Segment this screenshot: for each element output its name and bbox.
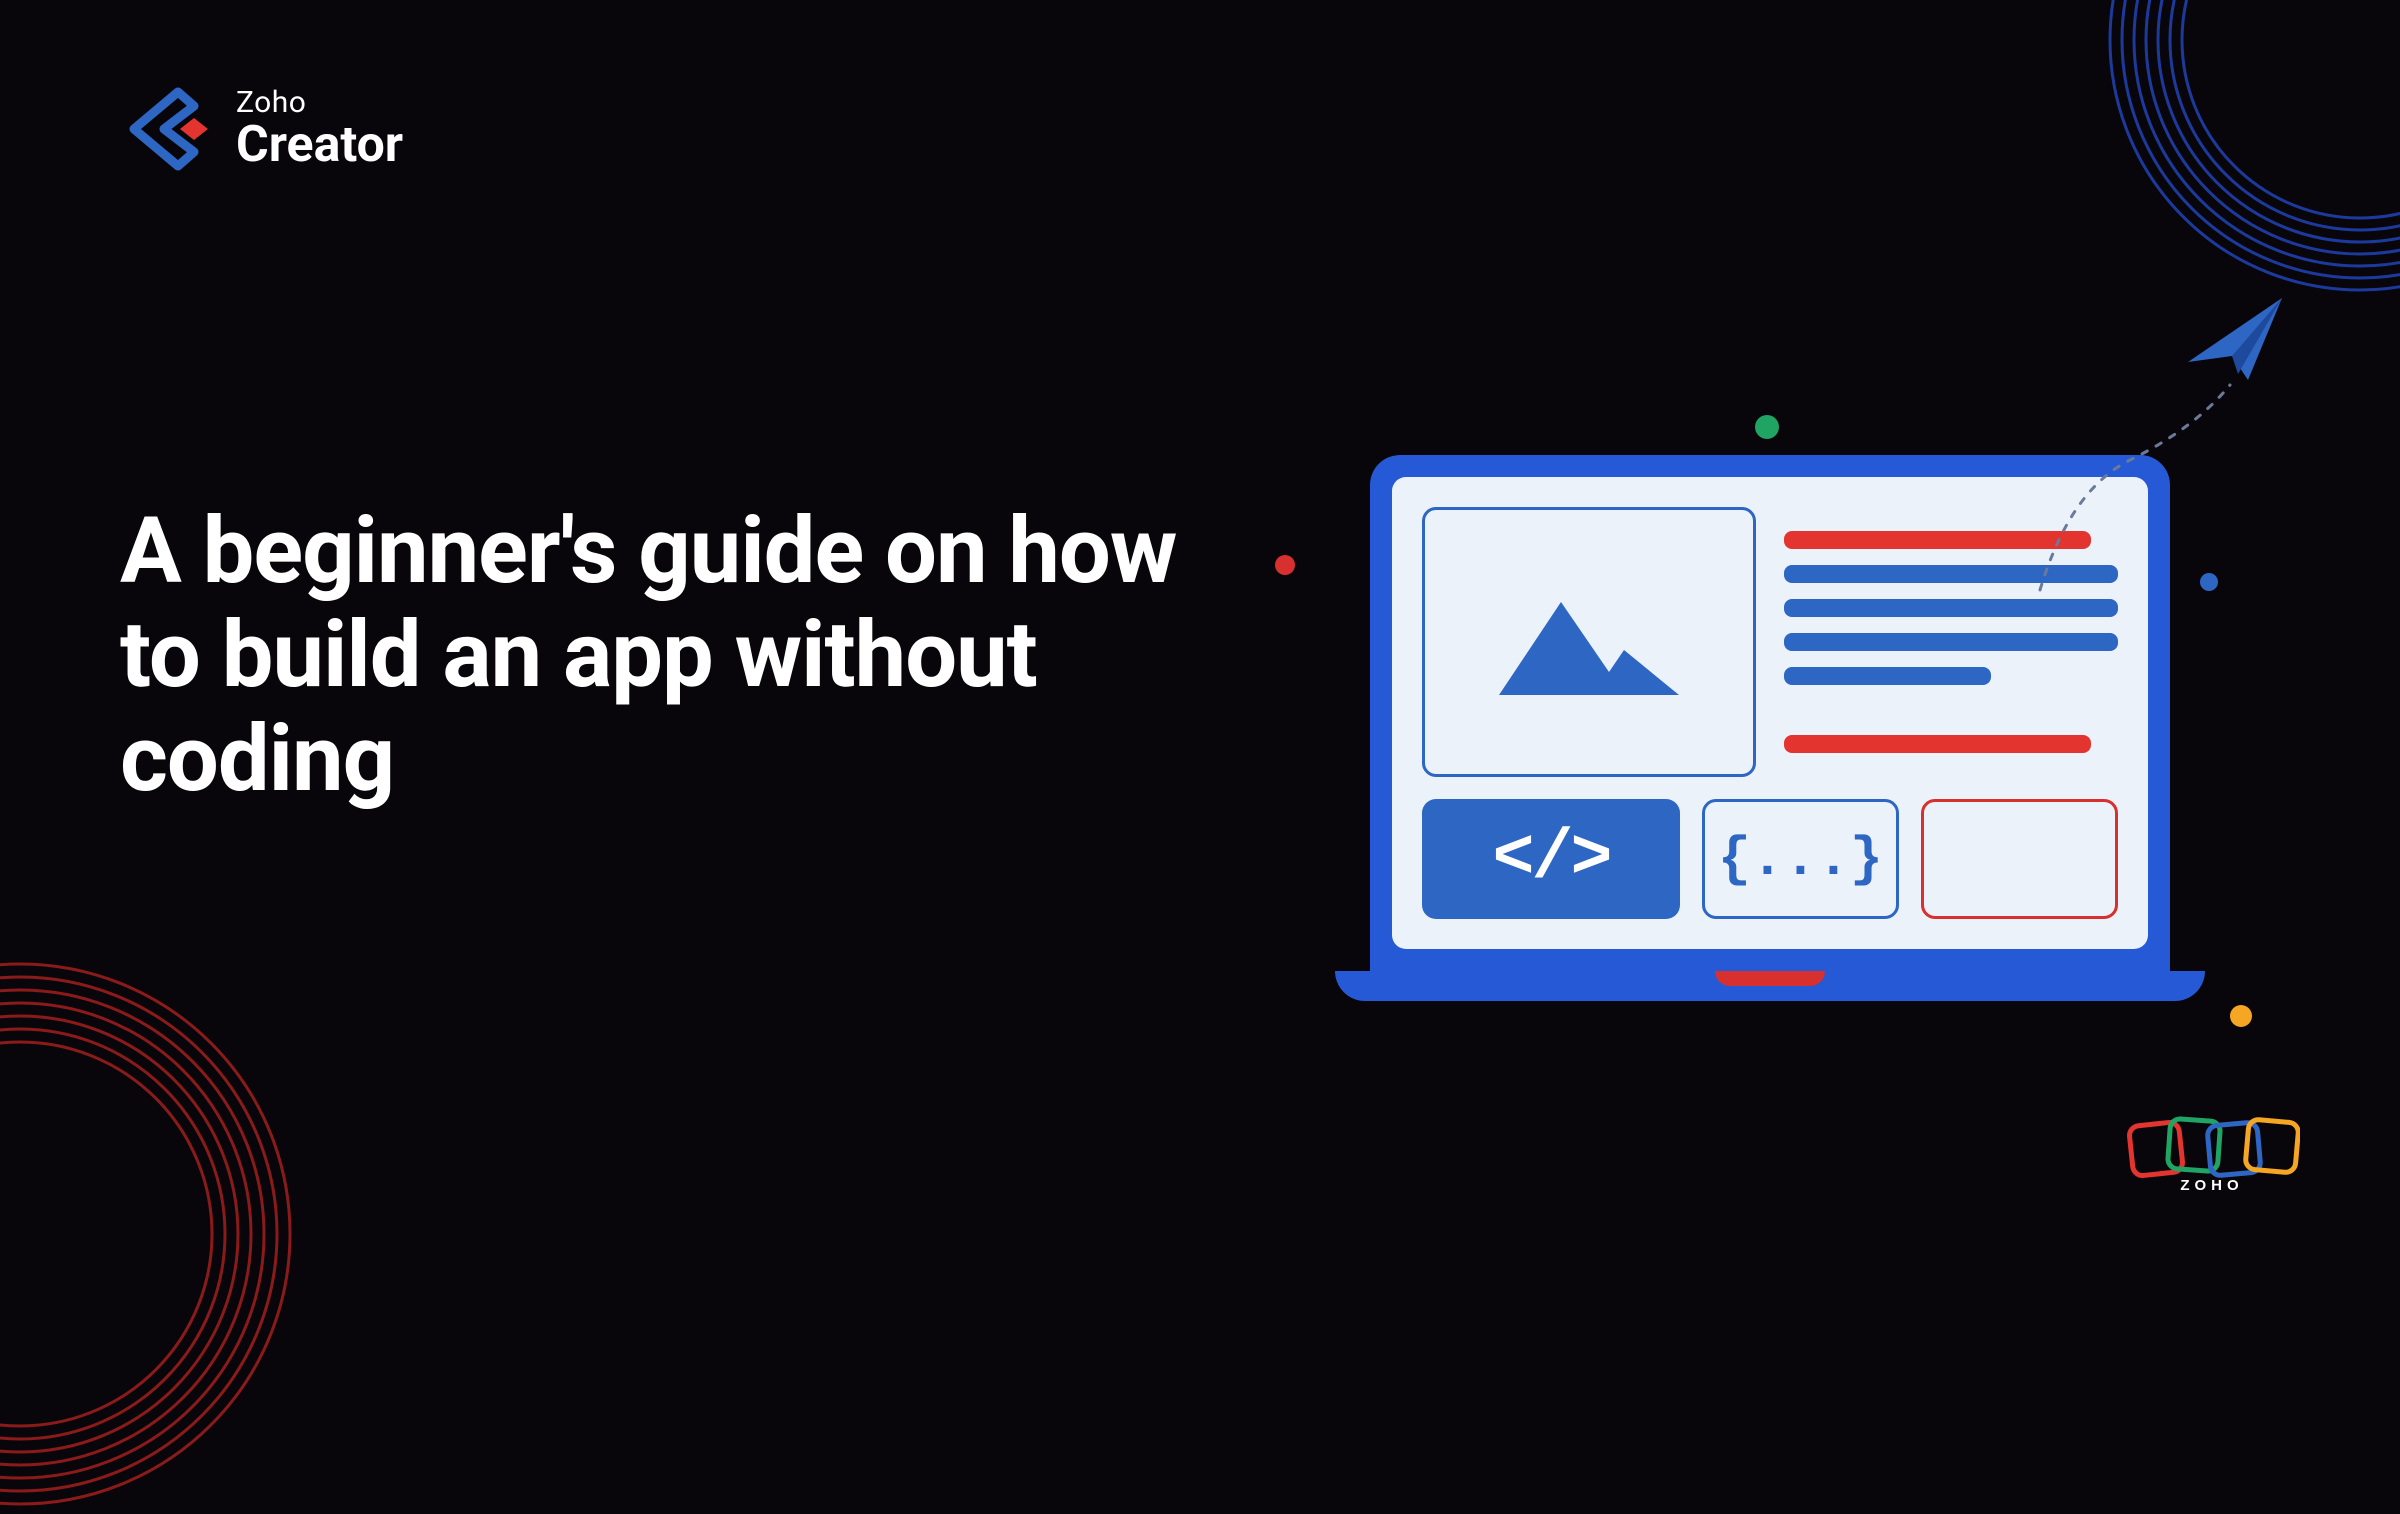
page-headline: A beginner's guide on how to build an ap…	[120, 500, 1220, 812]
zoho-footer-text: ZOHO	[2180, 1177, 2243, 1194]
decorative-dot-green	[1755, 415, 1779, 439]
laptop-base	[1335, 971, 2205, 1001]
brand-logo: Zoho Creator	[120, 80, 403, 178]
creator-logo-icon	[120, 80, 218, 178]
decorative-dot-red	[1275, 555, 1295, 575]
brand-name-top: Zoho	[236, 88, 403, 118]
code-tag-card: </>	[1422, 799, 1680, 919]
json-tag-card: {...}	[1702, 799, 1899, 919]
text-line	[1784, 599, 2118, 617]
empty-card	[1921, 799, 2118, 919]
spacer	[1784, 701, 2118, 719]
laptop-indent	[1715, 971, 1825, 986]
mountain-icon	[1489, 580, 1689, 705]
plane-trail	[2030, 370, 2260, 600]
zoho-footer-logo: ZOHO	[2125, 1110, 2300, 1199]
text-line	[1784, 735, 2091, 753]
text-line	[1784, 633, 2118, 651]
brand-name-bottom: Creator	[236, 120, 403, 170]
image-placeholder-card	[1422, 507, 1756, 777]
decorative-dot-yellow	[2230, 1005, 2252, 1027]
decorative-arc-top	[2100, 0, 2400, 300]
decorative-arc-bottom	[0, 954, 300, 1514]
text-line	[1784, 667, 1991, 685]
